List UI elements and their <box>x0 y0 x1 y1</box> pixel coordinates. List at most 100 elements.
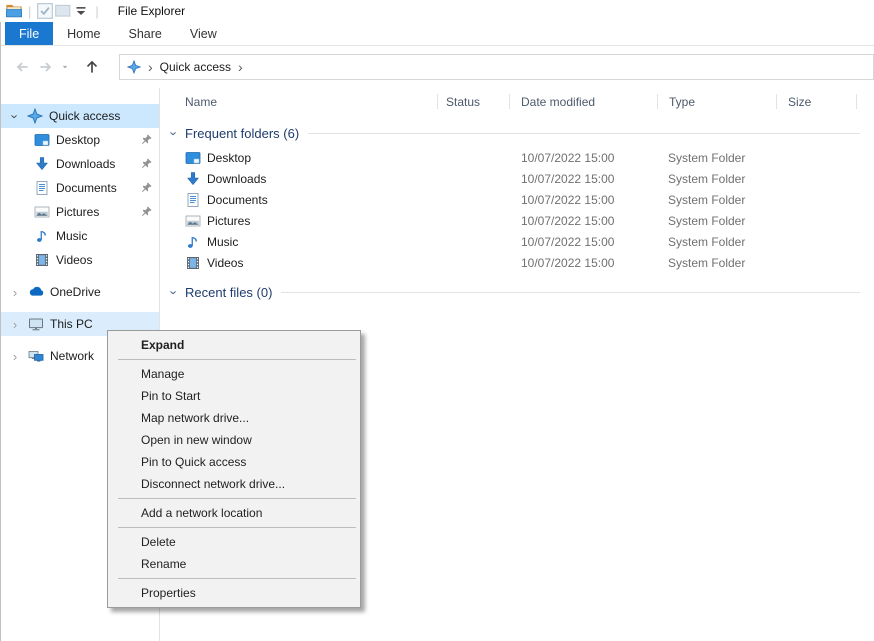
file-name: Music <box>207 235 238 249</box>
sidebar-item-pictures[interactable]: Pictures <box>0 200 159 224</box>
menu-item-expand[interactable]: Expand <box>108 334 360 356</box>
titlebar-separator: | <box>95 4 98 19</box>
pin-icon[interactable] <box>140 158 152 170</box>
ribbon-tabs: File Home Share View <box>0 22 874 46</box>
qat-customize-button[interactable] <box>72 2 90 20</box>
sidebar-item-documents[interactable]: Documents <box>0 176 159 200</box>
file-type: System Folder <box>658 252 777 273</box>
quick-access-star-icon <box>27 108 43 124</box>
menu-item-delete[interactable]: Delete <box>108 531 360 553</box>
sidebar-item-downloads[interactable]: Downloads <box>0 152 159 176</box>
chevron-right-icon[interactable]: › <box>9 286 21 299</box>
address-bar[interactable]: › Quick access › <box>119 54 874 80</box>
file-type: System Folder <box>658 189 777 210</box>
sidebar-item-desktop[interactable]: Desktop <box>0 128 159 152</box>
file-size <box>777 231 857 252</box>
file-status <box>438 147 510 168</box>
breadcrumb-chevron-icon[interactable]: › <box>148 60 153 74</box>
file-name: Pictures <box>207 214 250 228</box>
group-header-recent-files[interactable]: › Recent files (0) <box>160 282 874 302</box>
menu-item-map-network-drive[interactable]: Map network drive... <box>108 407 360 429</box>
network-icon <box>28 348 44 364</box>
downloads-icon <box>34 156 50 172</box>
file-row-music[interactable]: Music 10/07/2022 15:00 System Folder <box>160 231 874 252</box>
title-bar[interactable]: | | File Explorer <box>0 0 874 22</box>
sidebar-item-label: Quick access <box>49 109 120 123</box>
menu-item-open-in-new-window[interactable]: Open in new window <box>108 429 360 451</box>
menu-separator <box>118 527 356 528</box>
file-row-videos[interactable]: Videos 10/07/2022 15:00 System Folder <box>160 252 874 273</box>
group-header-label: Recent files (0) <box>185 285 272 300</box>
sidebar-item-label: This PC <box>50 317 93 331</box>
file-explorer-logo-icon[interactable] <box>5 2 23 20</box>
window-title: File Explorer <box>118 4 185 18</box>
sidebar-item-label: Music <box>56 229 87 243</box>
menu-item-pin-to-quick-access[interactable]: Pin to Quick access <box>108 451 360 473</box>
qat-new-folder-button[interactable] <box>54 2 72 20</box>
chevron-right-icon[interactable]: › <box>9 350 21 363</box>
group-header-frequent-folders[interactable]: › Frequent folders (6) <box>160 123 874 143</box>
sidebar-item-quick-access[interactable]: › Quick access <box>0 104 159 128</box>
this-pc-monitor-icon <box>28 316 44 332</box>
tab-view[interactable]: View <box>176 22 231 45</box>
file-status <box>438 189 510 210</box>
chevron-down-icon[interactable]: › <box>168 286 181 298</box>
file-type: System Folder <box>658 210 777 231</box>
menu-item-manage[interactable]: Manage <box>108 363 360 385</box>
chevron-right-icon[interactable]: › <box>9 318 21 331</box>
tab-file[interactable]: File <box>5 22 53 45</box>
group-header-rule <box>281 292 860 293</box>
file-status <box>438 252 510 273</box>
menu-separator <box>118 498 356 499</box>
column-header-status[interactable]: Status <box>438 88 510 115</box>
menu-item-rename[interactable]: Rename <box>108 553 360 575</box>
forward-button[interactable] <box>34 55 58 79</box>
file-size <box>777 252 857 273</box>
back-button[interactable] <box>10 55 34 79</box>
menu-item-properties[interactable]: Properties <box>108 582 360 604</box>
breadcrumb-chevron-icon[interactable]: › <box>238 60 243 74</box>
pin-icon[interactable] <box>140 206 152 218</box>
column-header-date-modified[interactable]: Date modified <box>510 88 658 115</box>
navigation-bar: › Quick access › <box>0 46 874 88</box>
file-date-modified: 10/07/2022 15:00 <box>510 168 658 189</box>
file-name: Documents <box>207 193 268 207</box>
sidebar-item-music[interactable]: Music <box>0 224 159 248</box>
file-row-documents[interactable]: Documents 10/07/2022 15:00 System Folder <box>160 189 874 210</box>
column-header-type[interactable]: Type <box>658 88 777 115</box>
menu-item-pin-to-start[interactable]: Pin to Start <box>108 385 360 407</box>
onedrive-cloud-icon <box>28 284 44 300</box>
file-status <box>438 231 510 252</box>
recent-locations-dropdown[interactable] <box>58 55 72 79</box>
menu-item-disconnect-network-drive[interactable]: Disconnect network drive... <box>108 473 360 495</box>
file-name: Videos <box>207 256 243 270</box>
column-header-name[interactable]: Name <box>160 88 438 115</box>
quick-access-star-icon <box>127 60 141 74</box>
file-row-pictures[interactable]: Pictures 10/07/2022 15:00 System Folder <box>160 210 874 231</box>
file-row-desktop[interactable]: Desktop 10/07/2022 15:00 System Folder <box>160 147 874 168</box>
qat-properties-button[interactable] <box>36 2 54 20</box>
file-size <box>777 168 857 189</box>
pin-icon[interactable] <box>140 182 152 194</box>
sidebar-item-onedrive[interactable]: › OneDrive <box>0 280 159 304</box>
file-name: Downloads <box>207 172 266 186</box>
file-date-modified: 10/07/2022 15:00 <box>510 147 658 168</box>
chevron-down-icon[interactable]: › <box>168 127 181 139</box>
tab-share[interactable]: Share <box>115 22 176 45</box>
sidebar-item-videos[interactable]: Videos <box>0 248 159 272</box>
up-button[interactable] <box>80 55 104 79</box>
file-name: Desktop <box>207 151 251 165</box>
frequent-folders-rows: Desktop 10/07/2022 15:00 System Folder D… <box>160 147 874 273</box>
pin-icon[interactable] <box>140 134 152 146</box>
file-row-downloads[interactable]: Downloads 10/07/2022 15:00 System Folder <box>160 168 874 189</box>
chevron-down-icon[interactable]: › <box>9 110 22 122</box>
sidebar-item-label: Pictures <box>56 205 99 219</box>
column-header-size[interactable]: Size <box>777 88 857 115</box>
tab-home[interactable]: Home <box>53 22 114 45</box>
documents-icon <box>34 180 50 196</box>
sidebar-item-label: Desktop <box>56 133 100 147</box>
menu-item-add-a-network-location[interactable]: Add a network location <box>108 502 360 524</box>
file-type: System Folder <box>658 147 777 168</box>
file-type: System Folder <box>658 231 777 252</box>
breadcrumb-location[interactable]: Quick access <box>160 60 231 74</box>
